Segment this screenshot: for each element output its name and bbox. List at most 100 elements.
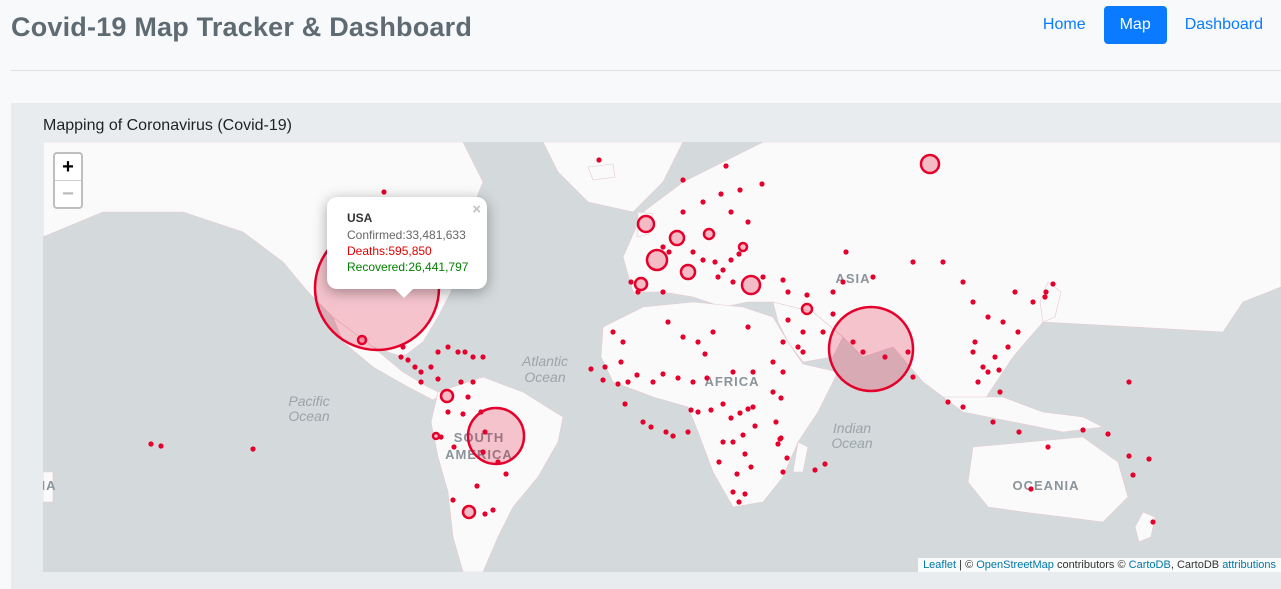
pacific-label: Pacific: [288, 393, 329, 409]
map-card-title: Mapping of Coronavirus (Covid-19): [43, 117, 292, 134]
case-dot: [710, 329, 716, 335]
case-dot: [720, 401, 726, 407]
case-circle-large: [737, 241, 749, 253]
case-dot: [418, 369, 424, 375]
case-dot: [970, 299, 976, 305]
top-nav: Home Map Dashboard: [1027, 6, 1281, 44]
case-dot: [702, 351, 708, 357]
case-dot: [777, 436, 783, 442]
case-dot: [450, 497, 456, 503]
case-dot: [474, 483, 480, 489]
case-dot: [910, 374, 916, 380]
case-dot: [723, 163, 729, 169]
country-popup: × USA Confirmed:33,481,633 Deaths:595,85…: [327, 197, 487, 298]
case-dot: [1150, 519, 1156, 525]
case-dot: [412, 364, 418, 370]
case-dot: [830, 311, 836, 317]
case-dot: [445, 344, 451, 350]
indian-label-2: Ocean: [831, 435, 872, 451]
case-dot: [618, 359, 624, 365]
case-circle-large: [827, 305, 915, 393]
case-dot: [690, 379, 696, 385]
case-circle-large: [461, 504, 477, 520]
case-circle-large: [740, 274, 762, 296]
attributions-link[interactable]: attributions: [1222, 559, 1276, 571]
case-dot: [666, 249, 672, 255]
case-dot: [720, 267, 726, 273]
case-dot: [716, 459, 722, 465]
case-dot: [712, 259, 718, 265]
nav-map-link[interactable]: Map: [1103, 6, 1167, 44]
case-dot: [1050, 281, 1056, 287]
case-dot: [690, 249, 696, 255]
case-dot: [745, 219, 751, 225]
case-dot: [495, 459, 501, 465]
page-title: Covid-19 Map Tracker & Dashboard: [11, 12, 473, 42]
case-dot: [728, 415, 734, 421]
case-dot: [688, 407, 694, 413]
case-dot: [775, 441, 781, 447]
zoom-control: + −: [53, 152, 83, 209]
case-circle-large: [439, 388, 455, 404]
case-dot: [588, 366, 594, 372]
osm-link[interactable]: OpenStreetMap: [976, 559, 1054, 571]
case-dot: [830, 289, 836, 295]
case-dot: [742, 451, 748, 457]
case-dot: [905, 349, 911, 355]
header-divider: [11, 70, 1281, 71]
case-dot: [405, 357, 411, 363]
case-dot: [695, 339, 701, 345]
case-dot: [1000, 319, 1006, 325]
map-attribution: Leaflet | © OpenStreetMap contributors ©…: [918, 558, 1281, 572]
case-dot: [780, 339, 786, 345]
case-dot: [478, 409, 484, 415]
zoom-out-button[interactable]: −: [55, 180, 81, 207]
case-circle-large: [633, 276, 649, 292]
case-circle-large: [431, 431, 441, 441]
case-dot: [660, 244, 666, 250]
case-dot: [1005, 344, 1011, 350]
popup-country: USA: [347, 211, 373, 225]
map-canvas: Atlantic Ocean Pacific Ocean Indian Ocea…: [43, 142, 1281, 572]
case-dot: [715, 274, 721, 280]
case-dot: [435, 349, 441, 355]
cartodb-link[interactable]: CartoDB: [1129, 559, 1171, 571]
case-dot: [720, 439, 726, 445]
case-dot: [960, 279, 966, 285]
zoom-in-button[interactable]: +: [55, 154, 81, 180]
iceland-land: [587, 163, 616, 181]
case-dot: [996, 367, 1002, 373]
case-dot: [470, 379, 476, 385]
case-dot: [785, 317, 791, 323]
case-circle-large: [668, 229, 686, 247]
case-dot: [870, 274, 876, 280]
case-dot: [740, 432, 746, 438]
case-dot: [780, 277, 786, 283]
leaflet-link[interactable]: Leaflet: [923, 559, 956, 571]
case-dot: [1016, 429, 1022, 435]
attrib-contrib: contributors ©: [1053, 559, 1129, 571]
case-dot: [628, 279, 634, 285]
case-dot: [975, 379, 981, 385]
case-dot: [795, 344, 801, 350]
case-dot: [625, 379, 631, 385]
case-dot: [843, 249, 849, 255]
world-map[interactable]: + − Atlantic Ocean Pacific Ocean Indian …: [43, 142, 1281, 572]
case-dot: [451, 444, 457, 450]
popup-close-button[interactable]: ×: [472, 201, 481, 218]
case-dot: [804, 292, 810, 298]
case-dot: [490, 507, 496, 513]
oceania-label: OCEANIA: [1013, 478, 1080, 493]
indian-label: Indian: [833, 420, 871, 436]
nav-dashboard-link[interactable]: Dashboard: [1169, 6, 1279, 44]
case-dot: [737, 187, 743, 193]
nav-home-link[interactable]: Home: [1027, 6, 1102, 44]
case-circle-large: [645, 248, 669, 272]
asia-label: ASIA: [835, 271, 870, 286]
case-dot: [680, 209, 686, 215]
case-dot: [398, 354, 404, 360]
atlantic-label: Atlantic: [521, 353, 568, 369]
case-dot: [665, 319, 671, 325]
case-dot: [700, 257, 706, 263]
case-circle-large: [800, 302, 814, 316]
